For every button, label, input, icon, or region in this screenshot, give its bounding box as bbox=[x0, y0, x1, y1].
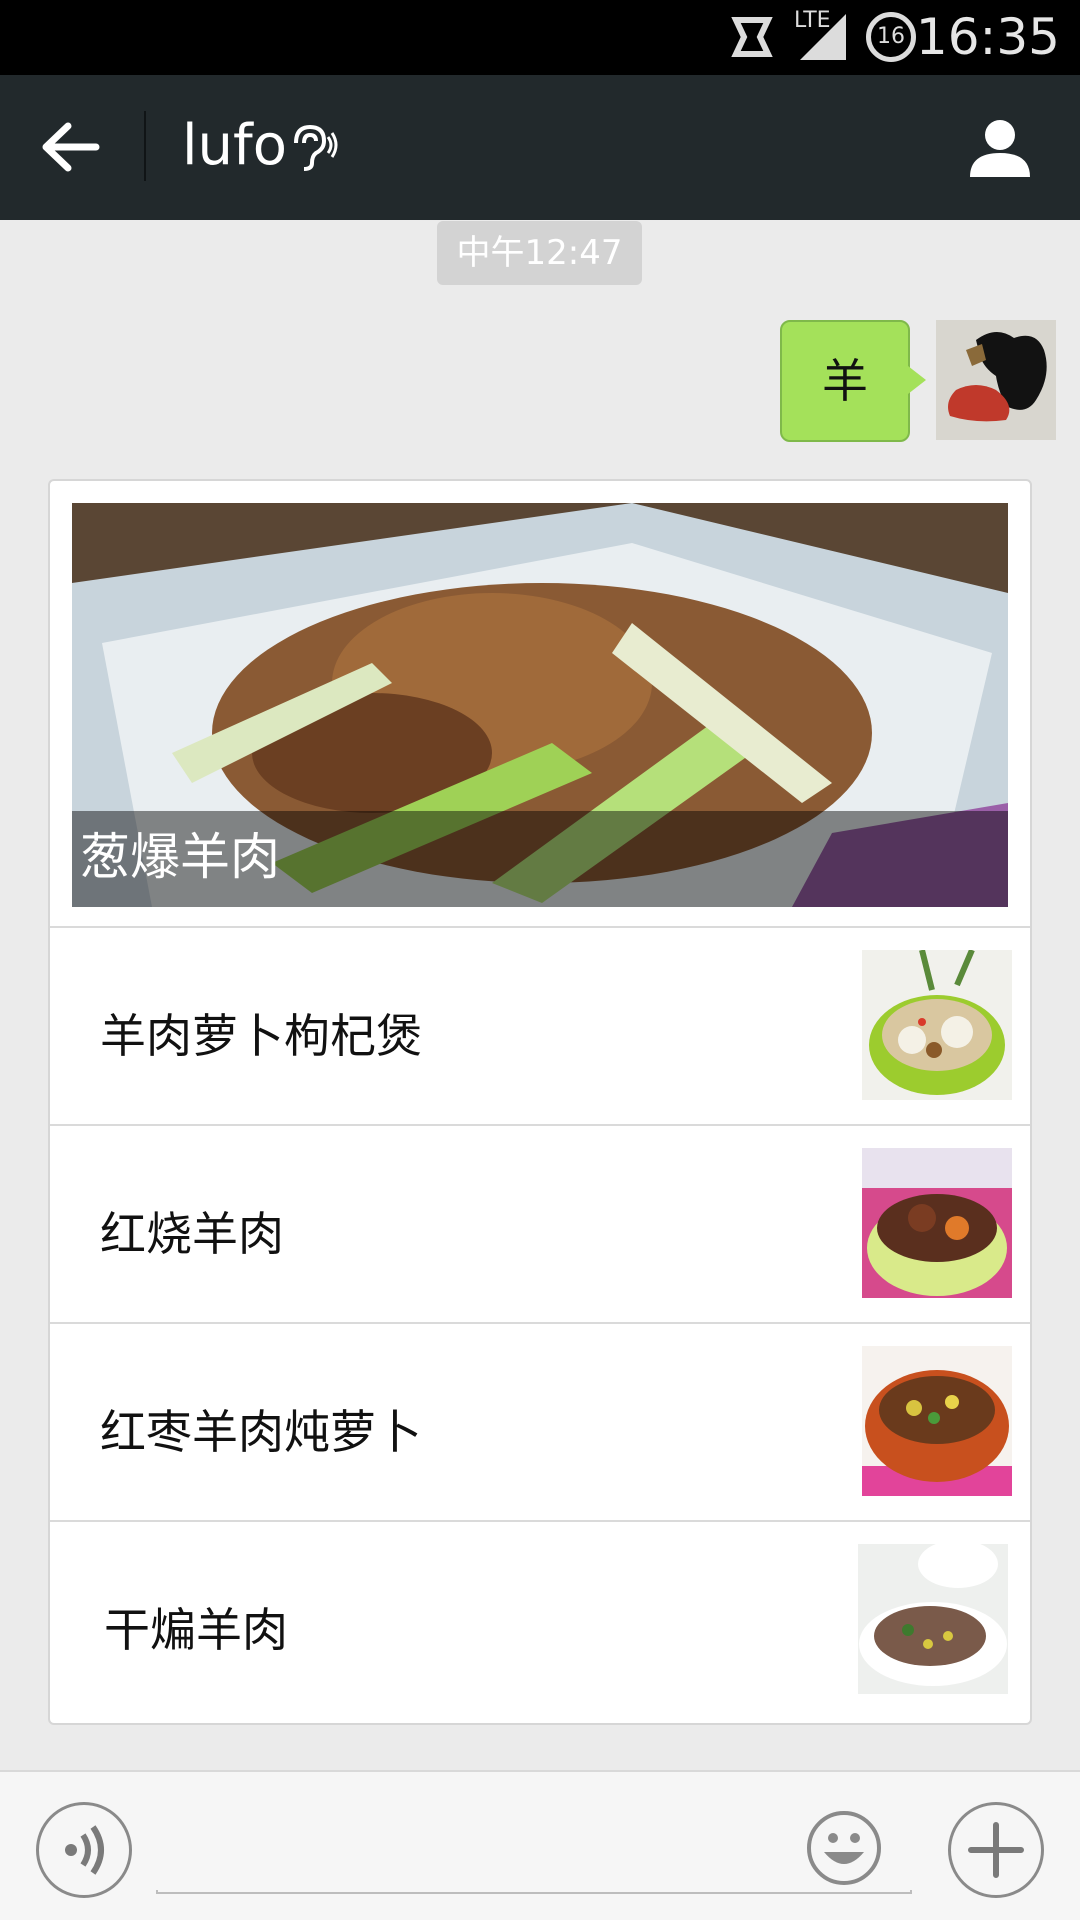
signal-icon bbox=[800, 14, 846, 60]
hero-article[interactable]: 葱爆羊肉 bbox=[72, 503, 1008, 907]
list-item[interactable]: 羊肉萝卜枸杞煲 bbox=[50, 926, 1030, 1124]
header-divider bbox=[144, 111, 146, 181]
notification-icon: 16 bbox=[866, 12, 916, 62]
list-item-thumbnail bbox=[862, 950, 1012, 1100]
person-icon[interactable] bbox=[968, 115, 1032, 179]
message-timestamp: 中午12:47 bbox=[437, 221, 642, 285]
avatar[interactable] bbox=[936, 320, 1056, 440]
status-bar: LTE 16 16:35 bbox=[0, 0, 1080, 75]
plus-icon bbox=[968, 1822, 1024, 1878]
chat-title: lufo bbox=[182, 113, 288, 178]
list-item-thumbnail bbox=[862, 1148, 1012, 1298]
list-item-label: 干煸羊肉 bbox=[104, 1603, 288, 1657]
bubble-tail bbox=[908, 366, 926, 394]
earpiece-mode-icon bbox=[294, 124, 338, 171]
more-options-button[interactable] bbox=[948, 1802, 1044, 1898]
list-item[interactable]: 红枣羊肉炖萝卜 bbox=[50, 1322, 1030, 1520]
input-bar bbox=[0, 1770, 1080, 1920]
list-item-thumbnail bbox=[858, 1544, 1008, 1694]
recipe-card: 葱爆羊肉 羊肉萝卜枸杞煲 红烧羊肉 红枣羊肉炖萝卜 干煸羊肉 bbox=[48, 479, 1032, 1725]
clock: 16:35 bbox=[915, 8, 1060, 66]
voice-input-icon bbox=[65, 1825, 104, 1875]
arrow-left-icon[interactable] bbox=[40, 120, 100, 175]
sync-icon bbox=[731, 17, 773, 57]
sent-message-bubble[interactable]: 羊 bbox=[780, 320, 910, 442]
hero-title: 葱爆羊肉 bbox=[80, 828, 280, 886]
list-item-label: 红烧羊肉 bbox=[100, 1207, 284, 1261]
list-item[interactable]: 红烧羊肉 bbox=[50, 1124, 1030, 1322]
list-item[interactable]: 干煸羊肉 bbox=[50, 1520, 1030, 1718]
notification-count: 16 bbox=[877, 24, 905, 49]
sent-message-row: 羊 bbox=[756, 320, 1056, 444]
input-underline bbox=[156, 1890, 912, 1894]
emoji-icon[interactable] bbox=[806, 1810, 882, 1886]
list-item-label: 羊肉萝卜枸杞煲 bbox=[100, 1009, 422, 1063]
list-item-thumbnail bbox=[862, 1346, 1012, 1496]
message-input[interactable] bbox=[160, 1812, 800, 1888]
list-item-label: 红枣羊肉炖萝卜 bbox=[100, 1405, 422, 1459]
chat-header: lufo bbox=[0, 75, 1080, 220]
voice-input-button[interactable] bbox=[36, 1802, 132, 1898]
avatar-image bbox=[936, 320, 1056, 440]
